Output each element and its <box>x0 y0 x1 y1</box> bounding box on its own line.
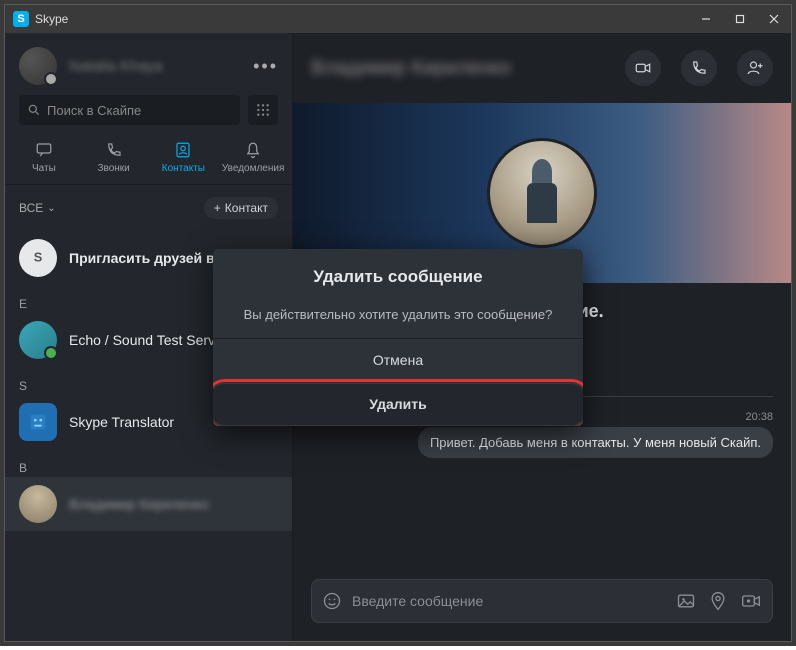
window-minimize-button[interactable] <box>689 5 723 33</box>
attach-media-button[interactable] <box>676 591 696 611</box>
tab-notifications[interactable]: Уведомления <box>223 141 283 174</box>
contact-label: Владимир Кириленко <box>69 496 209 512</box>
self-name: Natalia Khaya <box>69 58 162 75</box>
chat-icon <box>35 141 53 159</box>
add-participant-button[interactable] <box>737 50 773 86</box>
modal-title: Удалить сообщение <box>229 267 567 287</box>
modal-cancel-label: Отмена <box>373 352 423 368</box>
add-contact-button[interactable]: + Контакт <box>204 197 278 219</box>
window-maximize-button[interactable] <box>723 5 757 33</box>
more-menu-button[interactable]: ••• <box>253 56 278 77</box>
translator-icon <box>19 403 57 441</box>
delete-message-modal: Удалить сообщение Вы действительно хотит… <box>213 249 583 426</box>
window-titlebar: S Skype <box>5 5 791 33</box>
location-button[interactable] <box>708 591 728 611</box>
self-avatar[interactable] <box>19 47 57 85</box>
contact-avatar <box>19 321 57 359</box>
svg-text:S: S <box>34 250 43 265</box>
dialpad-button[interactable] <box>248 95 278 125</box>
tab-calls[interactable]: Звонки <box>84 141 144 174</box>
search-input[interactable]: Поиск в Скайпе <box>19 95 240 125</box>
tab-label: Уведомления <box>222 163 285 174</box>
contact-avatar <box>19 485 57 523</box>
add-contact-label: Контакт <box>225 201 268 215</box>
plus-icon: + <box>214 201 221 215</box>
phone-icon <box>105 141 123 159</box>
emoji-icon <box>322 591 342 611</box>
image-icon <box>676 591 696 611</box>
nav-tabs: Чаты Звонки Контакты <box>5 135 292 185</box>
search-icon <box>27 103 41 117</box>
search-placeholder: Поиск в Скайпе <box>47 103 141 118</box>
contacts-icon <box>174 141 192 159</box>
modal-cancel-button[interactable]: Отмена <box>213 338 583 382</box>
message-composer[interactable]: Введите сообщение <box>311 579 773 623</box>
tab-label: Звонки <box>97 163 129 174</box>
modal-delete-label: Удалить <box>369 396 426 412</box>
message-row[interactable]: Привет. Добавь меня в контакты. У меня н… <box>311 427 773 458</box>
tab-chats[interactable]: Чаты <box>14 141 74 174</box>
record-video-button[interactable] <box>740 591 762 611</box>
audio-call-button[interactable] <box>681 50 717 86</box>
message-bubble[interactable]: Привет. Добавь меня в контакты. У меня н… <box>418 427 773 458</box>
video-call-button[interactable] <box>625 50 661 86</box>
person-plus-icon <box>746 59 764 77</box>
tab-contacts[interactable]: Контакты <box>153 141 213 174</box>
tab-label: Чаты <box>32 163 56 174</box>
bell-icon <box>244 141 262 159</box>
dialpad-icon <box>256 103 270 117</box>
message-time: 20:38 <box>745 411 773 423</box>
contact-item-selected[interactable]: Владимир Кириленко <box>5 477 292 531</box>
modal-delete-button[interactable]: Удалить <box>213 382 583 426</box>
location-pin-icon <box>708 591 728 611</box>
skype-icon: S <box>19 239 57 277</box>
app-title: Skype <box>35 12 68 26</box>
chat-title: Владимир Кириленко <box>311 57 511 80</box>
skype-logo-icon: S <box>13 11 29 27</box>
profile-row[interactable]: Natalia Khaya ••• <box>5 33 292 95</box>
contact-hero-avatar[interactable] <box>487 138 597 248</box>
composer-placeholder: Введите сообщение <box>352 593 666 609</box>
phone-icon <box>690 59 708 77</box>
chat-header: Владимир Кириленко <box>293 33 791 103</box>
emoji-button[interactable] <box>322 591 342 611</box>
video-clip-icon <box>740 591 762 611</box>
modal-text: Вы действительно хотите удалить это сооб… <box>213 307 583 338</box>
contact-label: Skype Translator <box>69 414 174 430</box>
chevron-down-icon: ⌄ <box>47 203 55 214</box>
section-header: В <box>5 449 292 477</box>
video-camera-icon <box>634 59 652 77</box>
tab-label: Контакты <box>162 163 205 174</box>
contact-label: Echo / Sound Test Service <box>69 332 233 348</box>
window-close-button[interactable] <box>757 5 791 33</box>
filter-label[interactable]: ВСЕ <box>19 201 43 215</box>
